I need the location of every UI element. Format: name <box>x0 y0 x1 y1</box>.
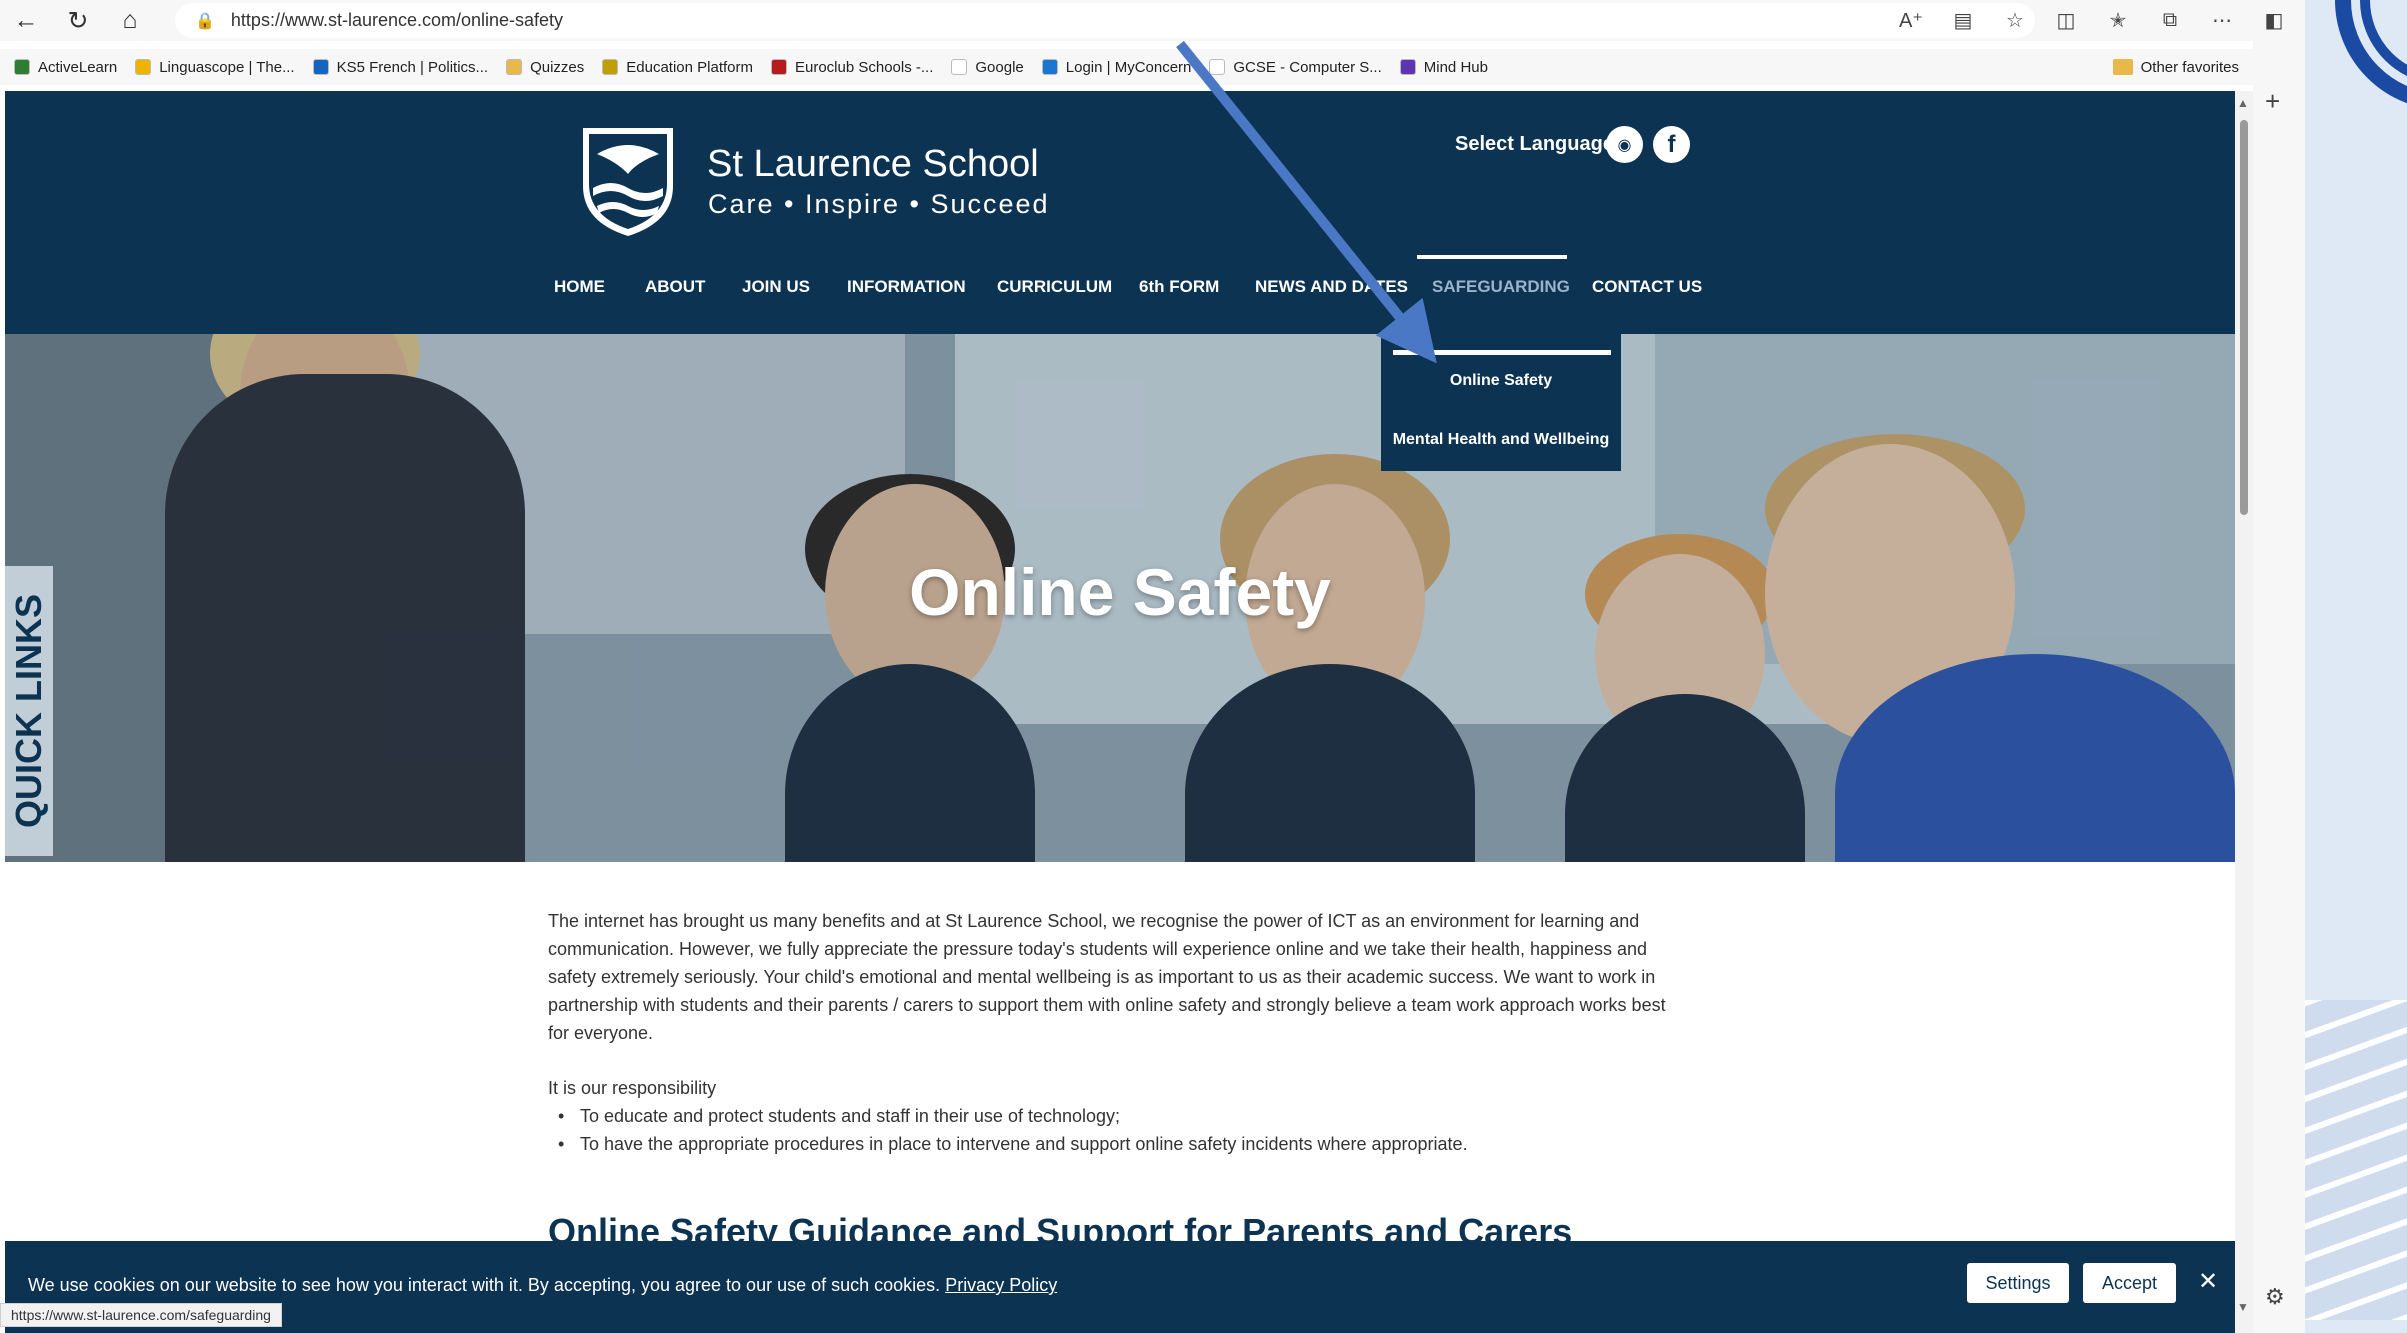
split-screen-icon[interactable]: ◫ <box>2040 0 2092 41</box>
favorites-icon[interactable]: ✭ <box>2092 0 2144 41</box>
browser-toolbar: ← ↻ ⌂ 🔒 https://www.st-laurence.com/onli… <box>0 0 2305 41</box>
list-item: To educate and protect students and staf… <box>548 1102 1688 1130</box>
immersive-reader-icon[interactable]: ▤ <box>1937 0 1989 41</box>
bookmark-label: Google <box>975 58 1024 76</box>
main-navigation: HOME ABOUT JOIN US INFORMATION CURRICULU… <box>5 277 2235 307</box>
school-crest-logo[interactable] <box>577 124 679 239</box>
bookmark-label: Euroclub Schools -... <box>794 58 934 76</box>
bookmark-item[interactable]: Linguascope | The... <box>135 58 295 76</box>
bookmark-icon <box>1041 59 1058 75</box>
other-favorites-folder[interactable]: Other favorites <box>2112 49 2239 85</box>
responsibility-heading: It is our responsibility <box>548 1078 717 1098</box>
quick-links-label[interactable]: QUICK LINKS <box>8 594 50 828</box>
nav-join-us[interactable]: JOIN US <box>742 277 810 297</box>
bookmark-icon <box>951 59 968 75</box>
site-header: St Laurence School Care • Inspire • Succ… <box>5 91 2235 334</box>
cookie-message: We use cookies on our website to see how… <box>28 1275 1058 1295</box>
nav-6th-form[interactable]: 6th FORM <box>1139 277 1219 297</box>
sidebar-settings-icon[interactable]: ⚙ <box>2265 1284 2285 1310</box>
browser-sidebar <box>2253 41 2305 1333</box>
desktop-background <box>2305 0 2407 1333</box>
bookmark-item[interactable]: Euroclub Schools -... <box>770 58 934 76</box>
bookmark-icon <box>1209 59 1226 75</box>
bookmark-item[interactable]: GCSE - Computer S... <box>1209 58 1382 76</box>
nav-contact-us[interactable]: CONTACT US <box>1592 277 1702 297</box>
bookmark-item[interactable]: Quizzes <box>506 59 584 76</box>
page-title: Online Safety <box>909 555 1331 629</box>
bookmark-item[interactable]: Login | MyConcern <box>1041 58 1192 76</box>
dropdown-mental-health[interactable]: Mental Health and Wellbeing <box>1381 431 1621 449</box>
school-name[interactable]: St Laurence School <box>707 143 1039 186</box>
add-sidebar-icon[interactable]: + <box>2265 86 2280 117</box>
webpage: St Laurence School Care • Inspire • Succ… <box>5 91 2235 1333</box>
bookmark-label: Mind Hub <box>1423 58 1488 76</box>
scroll-up-icon[interactable]: ▲ <box>2237 96 2249 110</box>
address-url[interactable]: https://www.st-laurence.com/online-safet… <box>231 10 563 31</box>
hero-banner: Online Safety <box>5 334 2235 862</box>
nav-safeguarding[interactable]: SAFEGUARDING <box>1432 277 1570 297</box>
bookmark-icon <box>312 59 329 75</box>
bookmark-icon <box>770 59 787 75</box>
cookie-settings-button[interactable]: Settings <box>1967 1263 2069 1303</box>
more-menu-icon[interactable]: ⋯ <box>2196 0 2248 41</box>
scrollbar-thumb[interactable] <box>2240 120 2248 515</box>
list-item: To have the appropriate procedures in pl… <box>548 1130 1688 1158</box>
intro-paragraph: The internet has brought us many benefit… <box>548 911 1666 1043</box>
scroll-down-icon[interactable]: ▼ <box>2237 1300 2249 1314</box>
bookmark-icon <box>14 59 30 75</box>
bookmark-icon <box>135 59 152 75</box>
bookmark-label: Linguascope | The... <box>159 58 295 76</box>
bookmark-label: Login | MyConcern <box>1065 58 1192 76</box>
facebook-icon[interactable]: f <box>1653 126 1690 163</box>
link-status-bar: https://www.st-laurence.com/safeguarding <box>0 1303 282 1327</box>
bookmark-item[interactable]: Mind Hub <box>1399 58 1488 76</box>
dropdown-online-safety[interactable]: Online Safety <box>1381 372 1621 390</box>
bookmark-item[interactable]: ActiveLearn <box>14 59 117 76</box>
home-icon[interactable]: ⌂ <box>104 0 156 41</box>
bookmark-label: Quizzes <box>530 58 585 76</box>
favorite-star-icon[interactable]: ☆ <box>1989 0 2041 41</box>
cookie-banner: We use cookies on our website to see how… <box>5 1241 2235 1333</box>
folder-icon <box>2112 59 2133 75</box>
select-language-button[interactable]: Select Language <box>1455 133 1614 156</box>
page-content: The internet has brought us many benefit… <box>548 907 1688 1158</box>
school-tagline: Care • Inspire • Succeed <box>708 189 1050 219</box>
nav-curriculum[interactable]: CURRICULUM <box>997 277 1112 297</box>
nav-information[interactable]: INFORMATION <box>847 277 966 297</box>
collections-icon[interactable]: ⧉ <box>2144 0 2196 41</box>
bookmark-icon <box>506 59 523 75</box>
cookie-accept-button[interactable]: Accept <box>2083 1263 2176 1303</box>
instagram-icon[interactable]: ◉ <box>1606 126 1643 163</box>
quick-links-tab[interactable]: QUICK LINKS <box>5 566 53 856</box>
reload-icon[interactable]: ↻ <box>52 0 104 41</box>
address-bar[interactable]: 🔒 https://www.st-laurence.com/online-saf… <box>175 3 2035 38</box>
bookmarks-bar: ActiveLearn Linguascope | The... KS5 Frenc… <box>0 49 2253 85</box>
active-nav-indicator <box>1417 255 1567 259</box>
bookmark-label: Education Platform <box>626 58 753 76</box>
lock-icon: 🔒 <box>195 12 215 30</box>
sidebar-toggle-icon[interactable]: ◧ <box>2248 0 2300 41</box>
bookmark-icon <box>1399 59 1416 75</box>
bookmark-item[interactable]: Education Platform <box>602 59 753 76</box>
bookmark-label: GCSE - Computer S... <box>1233 58 1382 76</box>
nav-news-and-dates[interactable]: NEWS AND DATES <box>1255 277 1408 297</box>
safeguarding-dropdown: Online Safety Mental Health and Wellbein… <box>1381 334 1621 471</box>
bookmark-icon <box>602 59 619 75</box>
bookmark-label: ActiveLearn <box>38 58 118 76</box>
responsibility-list: To educate and protect students and staf… <box>548 1102 1688 1158</box>
nav-home[interactable]: HOME <box>554 277 605 297</box>
read-aloud-icon[interactable]: A⁺ <box>1885 0 1937 41</box>
privacy-policy-link[interactable]: Privacy Policy <box>945 1275 1057 1295</box>
bookmark-item[interactable]: Google <box>951 58 1024 76</box>
back-icon[interactable]: ← <box>0 0 52 41</box>
close-icon[interactable]: ✕ <box>2198 1267 2218 1296</box>
bookmark-label: KS5 French | Politics... <box>336 58 489 76</box>
nav-about[interactable]: ABOUT <box>645 277 705 297</box>
bookmark-item[interactable]: KS5 French | Politics... <box>312 58 489 76</box>
